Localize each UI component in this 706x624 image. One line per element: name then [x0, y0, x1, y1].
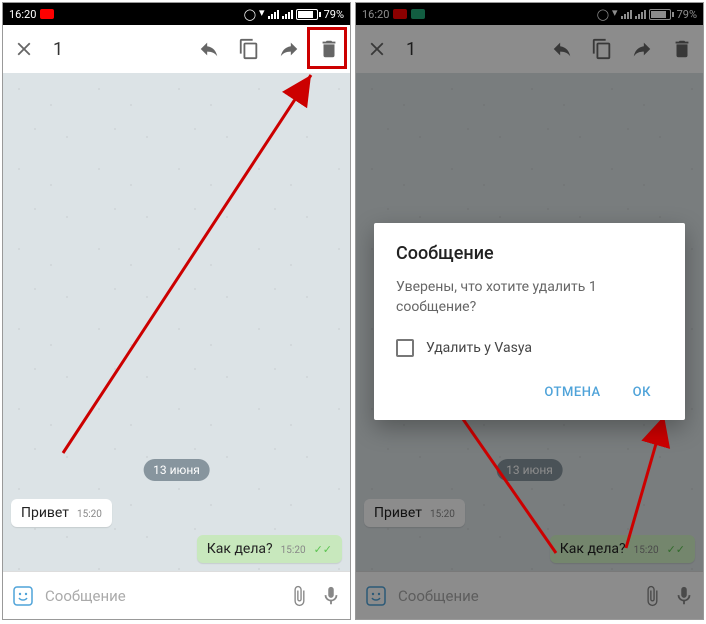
sticker-icon — [364, 584, 388, 608]
message-time: 15:20 — [281, 545, 306, 556]
dialog-body: Уверены, что хотите удалить 1 сообщение? — [396, 278, 663, 317]
message-text: Как дела? — [207, 541, 273, 557]
mic-icon — [673, 585, 695, 607]
date-badge: 13 июня — [496, 459, 563, 481]
copy-icon[interactable] — [238, 38, 260, 60]
copy-icon — [591, 38, 613, 60]
message-time: 15:20 — [77, 509, 102, 520]
reply-icon[interactable] — [198, 38, 220, 60]
signal-icon-2 — [282, 9, 293, 19]
dim-layer: 1 13 июня Привет15:20 Как дела?15:20✓✓ С… — [356, 25, 703, 73]
selection-count: 1 — [406, 39, 416, 60]
status-bar: 16:20 ◯ ▾ 79% — [3, 3, 350, 25]
checkbox-icon[interactable] — [396, 339, 414, 357]
attach-icon — [641, 585, 663, 607]
selection-count: 1 — [53, 39, 63, 60]
battery-icon — [296, 9, 321, 20]
close-icon[interactable] — [13, 38, 35, 60]
message-input[interactable]: Сообщение — [45, 587, 278, 605]
message-in[interactable]: Привет 15:20 — [11, 499, 112, 527]
input-bar: Сообщение — [3, 571, 350, 619]
delete-icon[interactable] — [318, 38, 340, 60]
sticker-icon[interactable] — [11, 584, 35, 608]
selection-appbar: 1 — [3, 25, 350, 73]
ok-button[interactable]: ОК — [621, 377, 663, 408]
screen-left: 16:20 ◯ ▾ 79% 1 13 июня Привет 15:20 Как … — [2, 2, 351, 620]
selection-appbar: 1 — [356, 25, 703, 73]
message-out: Как дела?15:20✓✓ — [550, 535, 695, 563]
cancel-button[interactable]: ОТМЕНА — [532, 377, 612, 408]
forward-icon[interactable] — [278, 38, 300, 60]
reply-icon — [551, 38, 573, 60]
wifi-icon: ▾ — [259, 9, 265, 19]
close-icon — [366, 38, 388, 60]
status-time: 16:20 — [9, 8, 36, 21]
input-bar: Сообщение — [356, 571, 703, 619]
check-label: Удалить у Vasya — [426, 340, 532, 356]
read-checks-icon: ✓✓ — [667, 543, 685, 556]
notif-icon — [40, 9, 54, 19]
mic-icon[interactable] — [320, 585, 342, 607]
sync-icon: ◯ — [244, 8, 256, 21]
confirm-dialog: Сообщение Уверены, что хотите удалить 1 … — [374, 223, 685, 420]
date-badge: 13 июня — [143, 459, 210, 481]
battery-pct: 79% — [324, 8, 344, 21]
delete-icon — [671, 38, 693, 60]
forward-icon — [631, 38, 653, 60]
dialog-title: Сообщение — [396, 243, 663, 264]
message-out[interactable]: Как дела? 15:20 ✓✓ — [197, 535, 342, 563]
chat-area: 13 июня Привет 15:20 Как дела? 15:20 ✓✓ — [3, 73, 350, 571]
signal-icon — [268, 9, 279, 19]
message-in: Привет15:20 — [364, 499, 465, 527]
screen-right: 16:20 ◯ ▾ 79% 1 13 июня Привет15:20 Как … — [355, 2, 704, 620]
attach-icon[interactable] — [288, 585, 310, 607]
read-checks-icon: ✓✓ — [314, 543, 332, 556]
delete-for-contact-check[interactable]: Удалить у Vasya — [396, 335, 663, 361]
message-text: Привет — [21, 505, 69, 521]
message-input: Сообщение — [398, 587, 631, 605]
